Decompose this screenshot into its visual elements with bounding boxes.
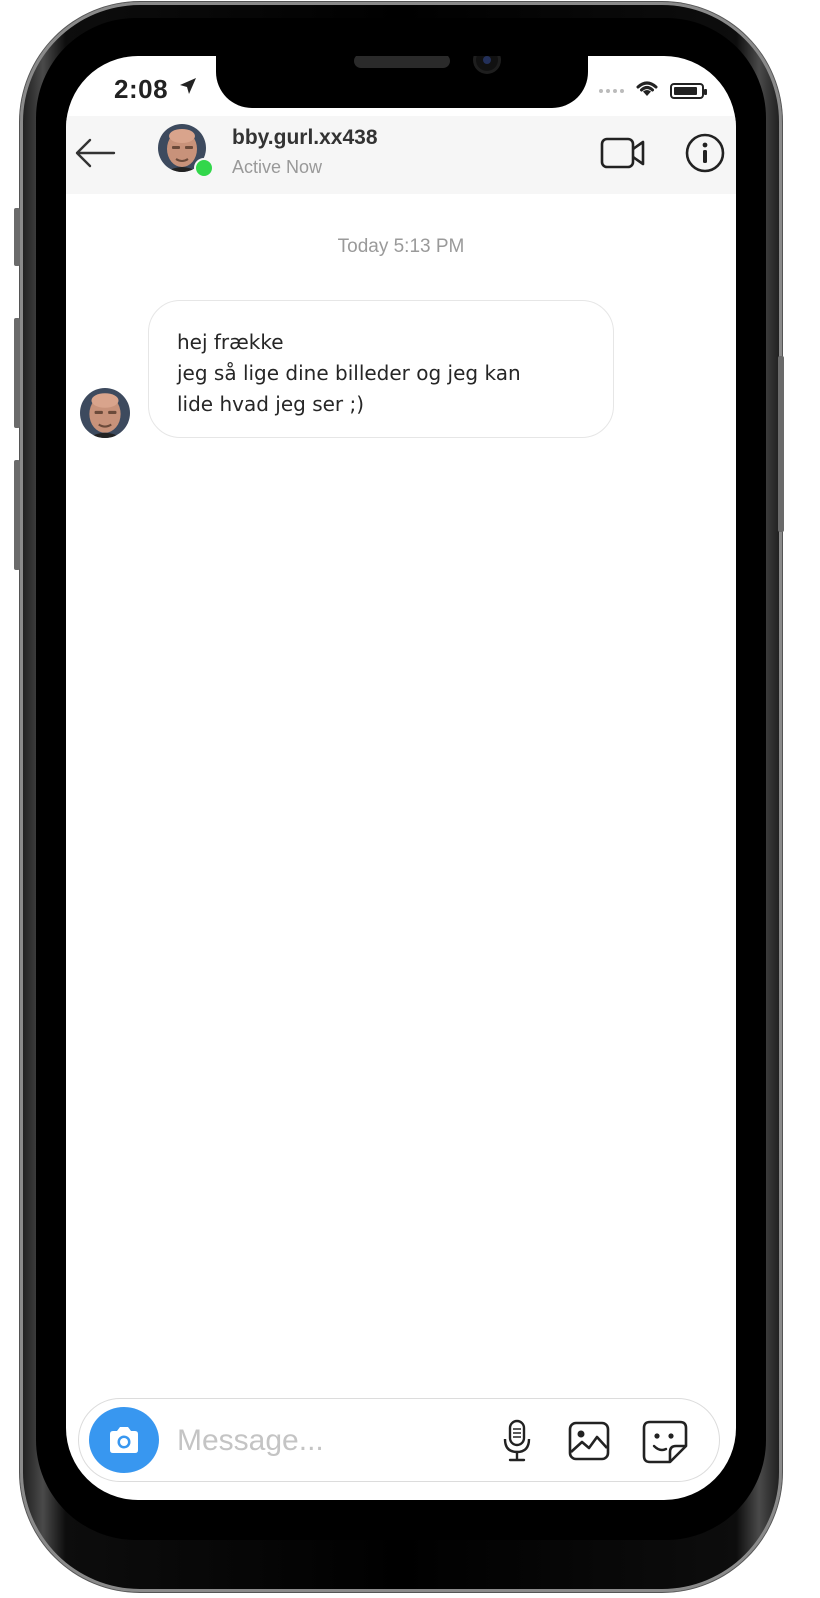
message-line: lide hvad jeg ser ;): [177, 392, 365, 416]
phone-screen: 2:08 bby.gurl.xx438 Active Now Today 5:1…: [66, 56, 736, 1500]
status-indicators: [599, 78, 707, 103]
camera-icon: [110, 1427, 138, 1453]
sticker-icon: [642, 1420, 688, 1464]
wifi-icon: [634, 78, 660, 103]
location-arrow-icon: [178, 76, 198, 102]
notch: [216, 56, 588, 108]
message-input[interactable]: [175, 1417, 479, 1465]
info-icon: [685, 133, 725, 173]
video-camera-icon: [600, 137, 645, 169]
info-button[interactable]: [682, 130, 728, 176]
gallery-button[interactable]: [567, 1419, 611, 1463]
back-button[interactable]: [72, 130, 118, 176]
cellular-signal-icon: [599, 88, 624, 93]
sticker-button[interactable]: [641, 1419, 689, 1465]
active-status: Active Now: [232, 157, 323, 177]
online-indicator: [194, 158, 214, 178]
front-camera: [476, 56, 498, 71]
volume-up-button: [14, 318, 20, 428]
camera-button[interactable]: [89, 1407, 159, 1473]
username[interactable]: bby.gurl.xx438: [232, 126, 378, 150]
conversation-timestamp: Today 5:13 PM: [337, 236, 465, 257]
back-arrow-icon: [75, 138, 116, 168]
message-line: jeg så lige dine billeder og jeg kan: [177, 361, 521, 385]
image-gallery-icon: [568, 1421, 610, 1461]
microphone-icon: [503, 1419, 531, 1462]
volume-down-button: [14, 460, 20, 570]
status-time: 2:08: [114, 74, 169, 104]
chat-header: bby.gurl.xx438 Active Now: [66, 116, 736, 194]
earpiece-speaker: [354, 56, 450, 68]
silent-switch: [14, 208, 20, 266]
message-composer: [78, 1398, 720, 1482]
video-call-button[interactable]: [598, 130, 648, 176]
sender-avatar[interactable]: [80, 388, 130, 438]
battery-icon: [670, 82, 707, 99]
voice-message-button[interactable]: [497, 1417, 537, 1465]
message-bubble[interactable]: hej frække jeg så lige dine billeder og …: [148, 300, 614, 438]
power-button: [778, 356, 784, 532]
message-line: hej frække: [177, 330, 284, 354]
